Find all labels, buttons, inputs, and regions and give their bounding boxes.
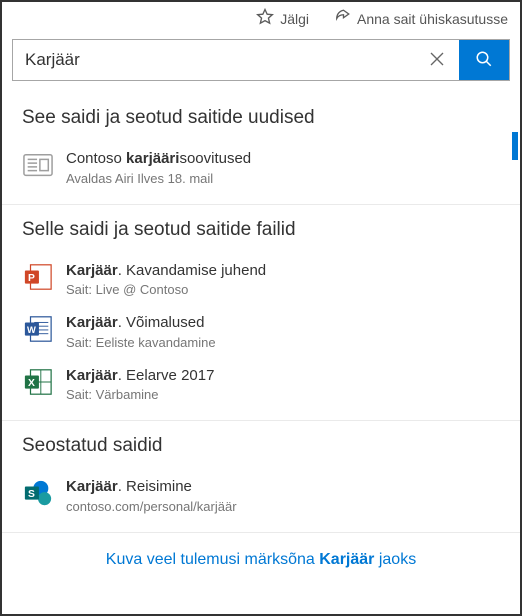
- section-sites: Seostatud saidid S Karjäär. Reisimine co…: [2, 421, 520, 533]
- result-sub: Sait: Live @ Contoso: [66, 282, 504, 297]
- file-item[interactable]: W Karjäär. Võimalused Sait: Eeliste kava…: [22, 305, 504, 358]
- result-sub: Avaldas Airi Ilves 18. mail: [66, 171, 504, 186]
- result-title: Karjäär. Reisimine: [66, 477, 504, 497]
- site-item[interactable]: S Karjäär. Reisimine contoso.com/persona…: [22, 469, 504, 522]
- follow-action[interactable]: Jälgi: [256, 8, 309, 29]
- section-files: Selle saidi ja seotud saitide failid P K…: [2, 205, 520, 422]
- section-title-news: See saidi ja seotud saitide uudised: [22, 107, 504, 129]
- search-icon: [475, 50, 493, 71]
- file-item[interactable]: X Karjäär. Eelarve 2017 Sait: Värbamine: [22, 358, 504, 411]
- result-title: Karjäär. Kavandamise juhend: [66, 261, 504, 281]
- svg-text:W: W: [27, 325, 36, 335]
- result-sub: Sait: Eeliste kavandamine: [66, 335, 504, 350]
- news-item[interactable]: Contoso karjäärisoovitused Avaldas Airi …: [22, 141, 504, 194]
- share-action[interactable]: Anna sait ühiskasutusse: [333, 8, 508, 29]
- section-news: See saidi ja seotud saitide uudised Cont…: [2, 93, 520, 205]
- follow-label: Jälgi: [280, 11, 309, 27]
- close-icon: [429, 51, 445, 70]
- result-title: Contoso karjäärisoovitused: [66, 149, 504, 169]
- clear-button[interactable]: [415, 40, 459, 80]
- result-title: Karjäär. Eelarve 2017: [66, 366, 504, 386]
- section-title-files: Selle saidi ja seotud saitide failid: [22, 219, 504, 241]
- result-title: Karjäär. Võimalused: [66, 313, 504, 333]
- section-title-sites: Seostatud saidid: [22, 435, 504, 457]
- word-icon: W: [22, 313, 54, 345]
- result-sub: Sait: Värbamine: [66, 387, 504, 402]
- powerpoint-icon: P: [22, 261, 54, 293]
- result-sub: contoso.com/personal/karjäär: [66, 499, 504, 514]
- svg-text:P: P: [28, 272, 35, 283]
- search-button[interactable]: [459, 40, 509, 80]
- show-more-link[interactable]: Kuva veel tulemusi märksõna Karjäär jaok…: [2, 533, 520, 583]
- excel-icon: X: [22, 366, 54, 398]
- news-icon: [22, 149, 54, 181]
- search-input[interactable]: [13, 40, 415, 80]
- scroll-indicator: [512, 132, 518, 160]
- star-icon: [256, 8, 274, 29]
- svg-text:S: S: [28, 489, 35, 500]
- search-bar: [12, 39, 510, 81]
- svg-text:X: X: [28, 377, 35, 388]
- sharepoint-icon: S: [22, 477, 54, 509]
- share-label: Anna sait ühiskasutusse: [357, 11, 508, 27]
- file-item[interactable]: P Karjäär. Kavandamise juhend Sait: Live…: [22, 253, 504, 306]
- share-icon: [333, 8, 351, 29]
